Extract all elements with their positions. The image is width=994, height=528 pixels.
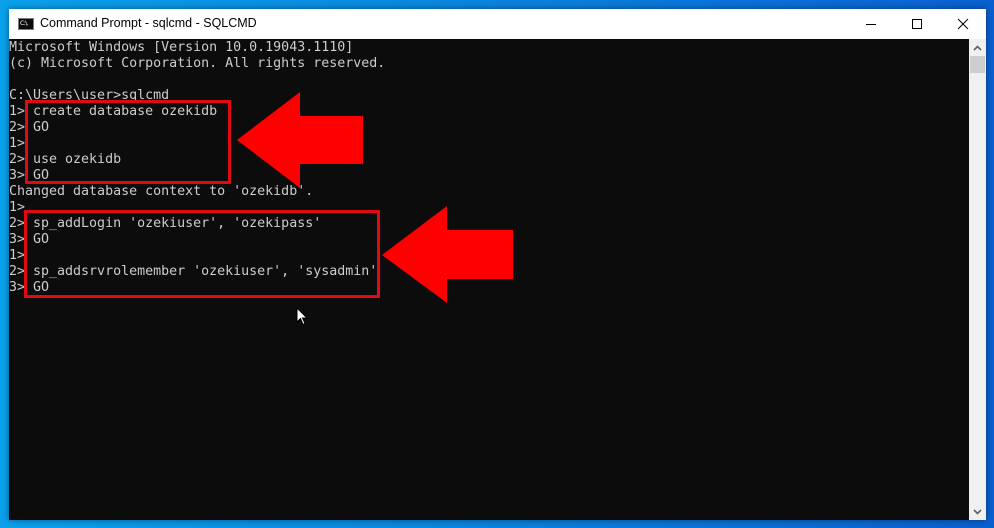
vertical-scrollbar[interactable]	[969, 39, 986, 520]
chevron-down-icon	[973, 508, 982, 515]
maximize-button[interactable]	[894, 9, 940, 39]
console-line: (c) Microsoft Corporation. All rights re…	[9, 56, 386, 71]
cmd-icon[interactable]: C:\.	[18, 18, 34, 30]
cmd-icon-text: C:\.	[20, 20, 29, 27]
minimize-icon	[866, 24, 876, 25]
highlight-box-login-commands	[24, 210, 380, 298]
console-line: 1>	[9, 248, 26, 263]
scroll-thumb[interactable]	[970, 56, 985, 73]
arrow-shape	[382, 206, 513, 303]
close-button[interactable]	[940, 9, 986, 39]
scroll-down-button[interactable]	[969, 503, 986, 520]
arrow-to-login-commands	[382, 206, 513, 303]
highlight-box-database-commands	[25, 100, 231, 184]
maximize-icon	[912, 19, 922, 29]
window-title: Command Prompt - sqlcmd - SQLCMD	[40, 16, 257, 30]
console-line: Microsoft Windows [Version 10.0.19043.11…	[9, 40, 354, 55]
arrow-shape	[237, 92, 363, 188]
scroll-up-button[interactable]	[969, 39, 986, 56]
close-icon	[957, 18, 969, 30]
title-bar[interactable]: C:\. Command Prompt - sqlcmd - SQLCMD	[9, 9, 986, 39]
chevron-up-icon	[973, 44, 982, 51]
minimize-button[interactable]	[848, 9, 894, 39]
console-line: 1>	[9, 200, 26, 215]
arrow-to-database-commands	[237, 92, 363, 188]
mouse-pointer-icon	[296, 307, 308, 326]
console-line: 1>	[9, 136, 26, 151]
